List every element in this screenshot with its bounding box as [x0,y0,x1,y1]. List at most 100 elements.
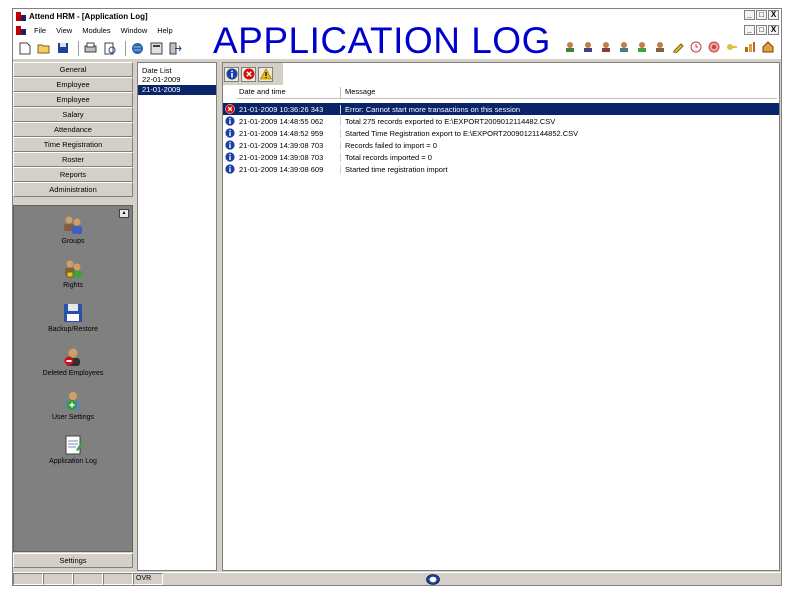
panel-item-rights[interactable]: Rights [14,258,132,289]
user-icon[interactable] [581,40,595,54]
chart-icon[interactable] [743,40,757,54]
globe-icon[interactable] [130,41,145,56]
toolbar-separator [125,40,126,56]
menu-view[interactable]: View [51,26,77,35]
panel-item-user-settings[interactable]: User Settings [14,390,132,421]
application-window: Attend HRM - [Application Log] _ □ X Fil… [12,8,782,586]
key-icon[interactable] [725,40,739,54]
user-icon[interactable] [635,40,649,54]
log-row[interactable]: 21-01-2009 14:48:55 062 Total 275 record… [223,115,779,127]
log-row[interactable]: 21-01-2009 14:39:08 703 Total records im… [223,151,779,163]
nav-administration[interactable]: Administration [13,182,133,197]
panel-item-backup-restore[interactable]: Backup/Restore [14,302,132,333]
panel-label-deleted-employees: Deleted Employees [42,370,104,377]
nav-salary[interactable]: Salary [13,107,133,122]
target-icon[interactable] [707,40,721,54]
panel-item-deleted-employees[interactable]: Deleted Employees [14,346,132,377]
floppy-disk-icon [62,302,84,324]
log-row[interactable]: 21-01-2009 10:36:26 343 Error: Cannot st… [223,103,779,115]
child-restore-button[interactable]: □ [756,25,767,35]
status-cell [43,573,73,585]
menu-file[interactable]: File [29,26,51,35]
column-header-date[interactable]: Date and time [237,87,341,98]
column-header-message[interactable]: Message [341,87,777,98]
page-title: APPLICATION LOG [213,20,551,61]
administration-panel: ▴ Groups Rights Backup/Restore Deleted E… [13,205,133,552]
nav-reports[interactable]: Reports [13,167,133,182]
error-icon [223,103,237,115]
user-icon[interactable] [563,40,577,54]
minimize-button[interactable]: _ [744,10,755,20]
log-datetime: 21-01-2009 10:36:26 343 [237,104,341,114]
log-table-header: Date and time Message [237,87,777,99]
log-datetime: 21-01-2009 14:48:52 959 [237,128,341,138]
menu-window[interactable]: Window [116,26,153,35]
nav-general[interactable]: General [13,62,133,77]
nav-settings[interactable]: Settings [13,553,133,568]
new-file-icon[interactable] [17,41,32,56]
module-toolbar [563,40,775,54]
log-datetime: 21-01-2009 14:39:08 703 [237,140,341,150]
bmw-logo-icon [426,574,440,585]
log-datetime: 21-01-2009 14:39:08 703 [237,152,341,162]
nav-roster[interactable]: Roster [13,152,133,167]
warning-filter-icon[interactable] [258,66,273,82]
home-icon[interactable] [761,40,775,54]
info-icon [223,115,237,127]
toolbar-separator [78,40,79,56]
panel-label-rights: Rights [63,282,83,289]
close-button[interactable]: X [768,10,779,20]
status-cell [73,573,103,585]
document-icon[interactable] [16,25,26,35]
log-table-body: 21-01-2009 10:36:26 343 Error: Cannot st… [223,103,779,175]
error-filter-icon[interactable] [241,66,256,82]
log-row[interactable]: 21-01-2009 14:39:08 609 Started time reg… [223,163,779,175]
print-icon[interactable] [83,41,98,56]
user-icon[interactable] [599,40,613,54]
maximize-button[interactable]: □ [756,10,767,20]
log-panel: Date and time Message 21-01-2009 10:36:2… [222,62,780,571]
log-row[interactable]: 21-01-2009 14:48:52 959 Started Time Reg… [223,127,779,139]
app-logo-icon [16,11,26,21]
log-message: Error: Cannot start more transactions on… [345,104,521,114]
child-minimize-button[interactable]: _ [744,25,755,35]
date-list-item[interactable]: 22-01-2009 [138,75,216,85]
log-message: Total 275 records exported to E:\EXPORT2… [345,116,556,126]
exit-icon[interactable] [168,41,183,56]
panel-label-user-settings: User Settings [51,414,95,421]
log-message: Records failed to import = 0 [345,140,437,150]
user-icon[interactable] [617,40,631,54]
panel-item-application-log[interactable]: Application Log [14,434,132,465]
panel-label-groups: Groups [61,238,85,245]
log-datetime: 21-01-2009 14:48:55 062 [237,116,341,126]
user-icon[interactable] [653,40,667,54]
nav-employee-2[interactable]: Employee [13,92,133,107]
info-icon [223,139,237,151]
date-list-header: Date List [142,66,172,75]
calculator-icon[interactable] [149,41,164,56]
save-icon[interactable] [55,41,70,56]
date-list: Date List 22-01-2009 21-01-2009 [137,62,217,571]
panel-item-groups[interactable]: Groups [14,214,132,245]
info-filter-icon[interactable] [224,66,239,82]
nav-time-registration[interactable]: Time Registration [13,137,133,152]
panel-label-backup-restore: Backup/Restore [48,326,98,333]
date-list-item-selected[interactable]: 21-01-2009 [138,85,216,95]
nav-attendance[interactable]: Attendance [13,122,133,137]
info-icon [223,163,237,175]
open-folder-icon[interactable] [36,41,51,56]
child-close-button[interactable]: X [768,25,779,35]
menu-help[interactable]: Help [152,26,177,35]
clock-icon[interactable] [689,40,703,54]
print-preview-icon[interactable] [102,41,117,56]
info-icon [223,127,237,139]
delete-user-icon [62,346,84,368]
pencil-icon[interactable] [671,40,685,54]
log-row[interactable]: 21-01-2009 14:39:08 703 Records failed t… [223,139,779,151]
nav-employee[interactable]: Employee [13,77,133,92]
users-icon [62,214,84,236]
menu-modules[interactable]: Modules [77,26,115,35]
log-message: Total records imported = 0 [345,152,432,162]
info-icon [223,151,237,163]
status-bar: OVR [13,572,781,585]
